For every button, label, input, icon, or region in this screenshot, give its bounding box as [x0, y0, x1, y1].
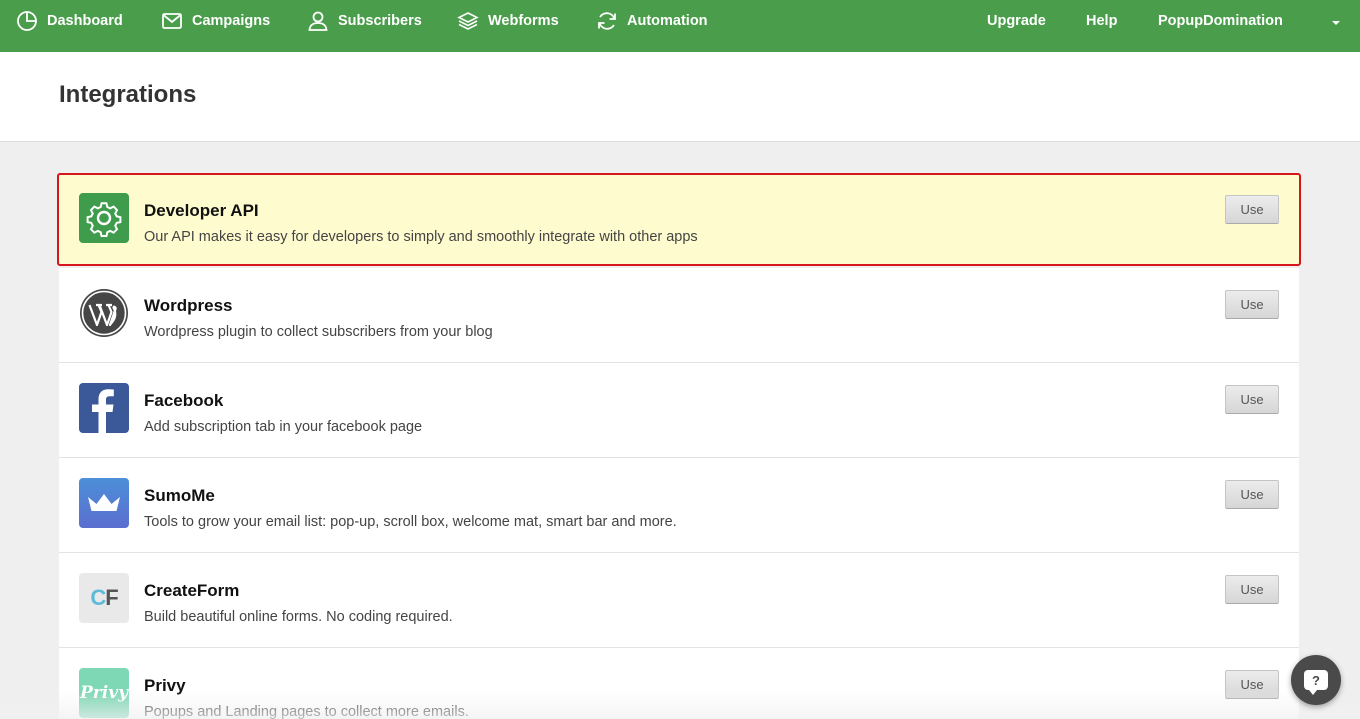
privy-logo: Privy — [79, 668, 129, 718]
createform-logo-f: F — [105, 585, 118, 610]
privy-logo-text: Privy — [80, 683, 128, 703]
nav-webforms-label: Webforms — [488, 13, 559, 29]
nav-webforms[interactable]: Webforms — [457, 0, 559, 42]
integration-description: Add subscription tab in your facebook pa… — [144, 419, 423, 435]
crown-icon — [79, 478, 129, 528]
nav-subscribers-label: Subscribers — [338, 13, 422, 29]
page-header: Integrations — [0, 52, 1360, 142]
use-button-privy[interactable]: Use — [1225, 670, 1279, 699]
integration-row-wordpress: Wordpress Wordpress plugin to collect su… — [59, 268, 1299, 363]
dashboard-icon — [17, 11, 37, 31]
refresh-icon — [598, 12, 616, 30]
integration-title: SumoMe — [144, 486, 215, 505]
integration-description: Build beautiful online forms. No coding … — [144, 609, 453, 625]
nav-dashboard-label: Dashboard — [47, 13, 123, 29]
nav-subscribers[interactable]: Subscribers — [307, 0, 422, 42]
use-button-sumome[interactable]: Use — [1225, 480, 1279, 509]
nav-campaigns-label: Campaigns — [192, 13, 271, 29]
nav-campaigns[interactable]: Campaigns — [161, 0, 270, 42]
nav-help[interactable]: Help — [1086, 0, 1117, 42]
integration-title: Developer API — [144, 201, 259, 220]
help-bubble-label: ? — [1312, 672, 1320, 688]
gear-icon — [79, 193, 129, 243]
createform-logo-c: C — [90, 585, 106, 610]
help-chat-button[interactable]: ? — [1291, 655, 1341, 705]
integration-row-createform: CF CreateForm Build beautiful online for… — [59, 553, 1299, 648]
integration-row-sumome: SumoMe Tools to grow your email list: po… — [59, 458, 1299, 553]
nav-automation-label: Automation — [627, 13, 708, 29]
integration-row-facebook: Facebook Add subscription tab in your fa… — [59, 363, 1299, 458]
account-chevron-down-icon[interactable] — [1332, 21, 1340, 25]
top-navbar: Dashboard Campaigns Subscribers Webforms… — [0, 0, 1360, 52]
chat-bubble-icon: ? — [1304, 670, 1328, 695]
integration-description: Tools to grow your email list: pop-up, s… — [144, 514, 677, 530]
nav-upgrade[interactable]: Upgrade — [987, 0, 1046, 42]
facebook-icon — [79, 383, 129, 433]
use-button-createform[interactable]: Use — [1225, 575, 1279, 604]
integration-row-developer-api: Developer API Our API makes it easy for … — [57, 173, 1301, 266]
integration-title: Facebook — [144, 391, 224, 410]
nav-dashboard[interactable]: Dashboard — [16, 0, 123, 42]
integration-description: Our API makes it easy for developers to … — [144, 229, 698, 245]
integrations-list: Developer API Our API makes it easy for … — [57, 173, 1301, 719]
page-title: Integrations — [59, 81, 197, 108]
use-button-developer-api[interactable]: Use — [1225, 195, 1279, 224]
wordpress-icon — [79, 288, 129, 338]
integration-row-privy: Privy Privy Popups and Landing pages to … — [59, 648, 1299, 719]
integration-title: Wordpress — [144, 296, 233, 315]
envelope-icon — [162, 13, 182, 29]
integration-title: CreateForm — [144, 581, 240, 600]
nav-account[interactable]: PopupDomination — [1158, 0, 1283, 42]
nav-automation[interactable]: Automation — [596, 0, 708, 42]
integration-title: Privy — [144, 676, 186, 695]
integration-description: Wordpress plugin to collect subscribers … — [144, 324, 493, 340]
layers-icon — [457, 12, 479, 30]
createform-logo: CF — [79, 573, 129, 623]
integration-description: Popups and Landing pages to collect more… — [144, 704, 469, 719]
use-button-facebook[interactable]: Use — [1225, 385, 1279, 414]
user-icon — [308, 11, 328, 31]
use-button-wordpress[interactable]: Use — [1225, 290, 1279, 319]
